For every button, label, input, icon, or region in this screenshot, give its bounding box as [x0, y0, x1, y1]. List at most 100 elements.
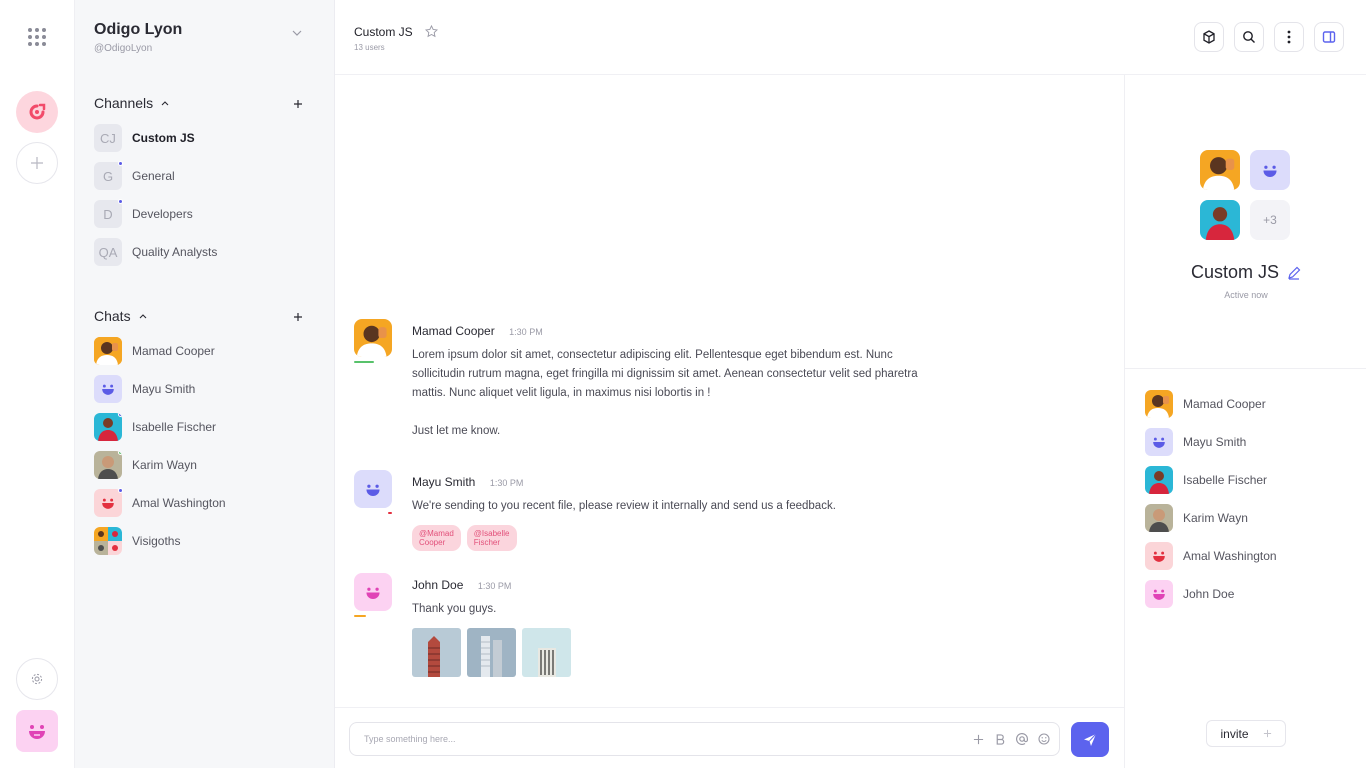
mention-tag[interactable]: @Mamad Cooper — [412, 525, 461, 551]
workspace-logo-button[interactable] — [16, 91, 58, 133]
conversation-header: Custom JS 13 users — [335, 0, 1366, 75]
message-author: Mamad Cooper — [412, 324, 495, 338]
channel-label: General — [132, 169, 175, 183]
smiley-avatar-icon — [94, 488, 123, 517]
member-item[interactable]: Karim Wayn — [1145, 504, 1248, 532]
send-button[interactable] — [1071, 722, 1109, 757]
panel-title-row: Custom JS — [1125, 262, 1366, 283]
gear-icon — [31, 673, 43, 685]
image-thumbnail[interactable] — [522, 628, 571, 677]
plus-icon — [294, 313, 302, 321]
member-item[interactable]: Amal Washington — [1145, 542, 1277, 570]
chat-item-mayu-smith[interactable]: Mayu Smith — [94, 375, 314, 403]
chats-section-toggle[interactable]: Chats — [94, 308, 147, 324]
search-button[interactable] — [1234, 22, 1264, 52]
more-options-button[interactable] — [1274, 22, 1304, 52]
chats-title: Chats — [94, 308, 131, 324]
star-icon[interactable] — [425, 25, 438, 38]
chat-item-mamad-cooper[interactable]: Mamad Cooper — [94, 337, 314, 365]
channel-icon: G — [94, 161, 123, 190]
channels-title: Channels — [94, 95, 154, 111]
member-item[interactable]: Isabelle Fischer — [1145, 466, 1267, 494]
member-item[interactable]: Mamad Cooper — [1145, 390, 1266, 418]
unread-dot — [118, 199, 123, 204]
smiley-avatar-icon — [1250, 150, 1290, 190]
message-input[interactable] — [350, 723, 950, 755]
vertical-dots-icon — [1287, 30, 1291, 44]
smiley-avatar-icon — [1145, 580, 1173, 608]
chevron-down-icon[interactable] — [292, 30, 302, 36]
mention-tag[interactable]: @Isabelle Fischer — [466, 525, 517, 551]
brand-logo-icon — [29, 103, 46, 120]
channel-item-developers[interactable]: D Developers — [94, 199, 314, 228]
channels-section-toggle[interactable]: Channels — [94, 95, 169, 111]
message-meta: John Doe 1:30 PM — [412, 576, 511, 594]
cube-button[interactable] — [1194, 22, 1224, 52]
invite-button[interactable]: invite — [1206, 720, 1286, 747]
chat-item-karim-wayn[interactable]: Karim Wayn — [94, 451, 314, 479]
bold-icon[interactable] — [993, 732, 1007, 746]
cube-icon — [1203, 30, 1215, 44]
channel-label: Developers — [132, 207, 193, 221]
channel-item-general[interactable]: G General — [94, 161, 314, 190]
edit-pencil-icon[interactable] — [1287, 266, 1301, 280]
apps-grid-icon[interactable] — [27, 27, 47, 47]
unread-dot — [118, 488, 123, 493]
emoji-icon[interactable] — [1037, 732, 1051, 746]
add-workspace-button[interactable] — [16, 142, 58, 184]
app-rail — [0, 0, 75, 768]
attachment-thumbnails — [412, 628, 571, 677]
channel-item-quality-analysts[interactable]: QA Quality Analysts — [94, 238, 314, 266]
chat-item-isabelle-fischer[interactable]: Isabelle Fischer — [94, 413, 314, 441]
toggle-panel-button[interactable] — [1314, 22, 1344, 52]
composer-tools — [971, 732, 1051, 746]
image-thumbnail[interactable] — [467, 628, 516, 677]
member-item[interactable]: John Doe — [1145, 580, 1234, 608]
avatar-photo-icon — [94, 451, 122, 479]
channel-label: Quality Analysts — [132, 245, 218, 259]
channel-item-custom-js[interactable]: CJ Custom JS — [94, 124, 314, 152]
member-avatar-stack: +3 — [1200, 150, 1292, 242]
message-author: Mayu Smith — [412, 475, 476, 489]
chat-label: Visigoths — [132, 534, 181, 548]
mention-icon[interactable] — [1015, 732, 1029, 746]
member-name: Isabelle Fischer — [1183, 473, 1268, 487]
invite-label: invite — [1220, 726, 1249, 741]
conversation-user-count: 13 users — [354, 43, 385, 52]
member-name: John Doe — [1183, 587, 1235, 601]
details-panel: +3 Custom JS Active now Mamad Cooper May… — [1124, 75, 1366, 768]
channel-initials: CJ — [94, 124, 122, 152]
message-text: We're sending to you recent file, please… — [412, 500, 836, 512]
message-composer — [335, 707, 1124, 768]
settings-button[interactable] — [16, 658, 58, 700]
status-bar — [354, 361, 374, 363]
composer-box — [349, 722, 1060, 756]
member-name: Mamad Cooper — [1183, 397, 1266, 411]
chat-item-visigoths[interactable]: Visigoths — [94, 527, 314, 555]
online-dot — [118, 451, 122, 455]
smiley-avatar-icon — [29, 725, 45, 739]
sidebar: Odigo Lyon @OdigoLyon Channels CJ Custom… — [75, 0, 335, 768]
search-icon — [1243, 31, 1255, 43]
message-list[interactable]: Mamad Cooper 1:30 PM Lorem ipsum dolor s… — [335, 75, 1124, 707]
panel-status: Active now — [1224, 290, 1268, 300]
current-user-avatar[interactable] — [16, 710, 58, 752]
chat-label: Isabelle Fischer — [132, 420, 217, 434]
member-name: Amal Washington — [1183, 549, 1277, 563]
add-chat-button[interactable] — [291, 310, 305, 324]
member-name: Mayu Smith — [1183, 435, 1247, 449]
unread-dot — [118, 161, 123, 166]
channel-initials: QA — [94, 238, 122, 266]
status-bar — [354, 615, 366, 617]
channel-details: +3 Custom JS Active now — [1125, 75, 1366, 369]
attach-plus-icon[interactable] — [971, 732, 985, 746]
member-item[interactable]: Mayu Smith — [1145, 428, 1246, 456]
image-thumbnail[interactable] — [412, 628, 461, 677]
workspace-header[interactable]: Odigo Lyon @OdigoLyon — [94, 21, 182, 54]
more-members-count[interactable]: +3 — [1250, 200, 1290, 240]
add-channel-button[interactable] — [291, 97, 305, 111]
sidebar-panel-icon — [1322, 31, 1336, 43]
chat-item-amal-washington[interactable]: Amal Washington — [94, 488, 314, 517]
message-text: Just let me know. — [412, 425, 501, 437]
member-name: Karim Wayn — [1183, 511, 1248, 525]
